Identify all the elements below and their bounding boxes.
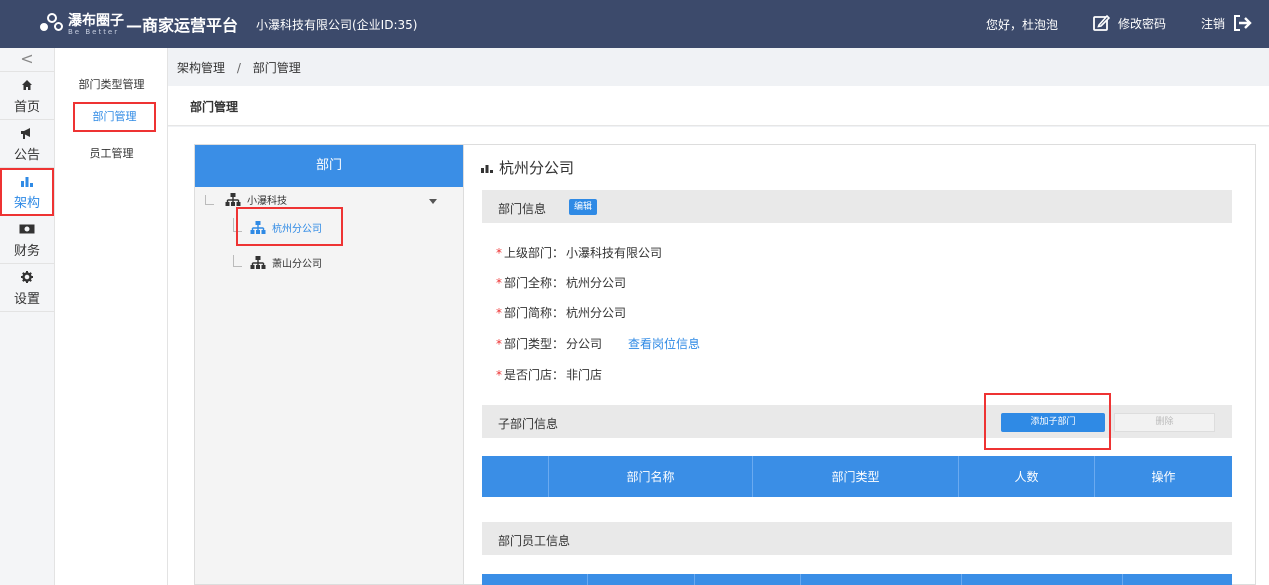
sub-nav-employee[interactable]: 员工管理 — [55, 145, 168, 161]
staff-column — [588, 574, 695, 585]
field-label: 部门全称： — [504, 276, 565, 290]
department-info-heading: 部门信息 — [498, 202, 547, 216]
platform-title: —商家运营平台 — [126, 16, 239, 35]
home-icon — [21, 77, 33, 93]
breadcrumb-separator: / — [236, 61, 241, 75]
change-password-button[interactable]: 修改密码 — [1092, 12, 1166, 34]
tree-node-xiaoshan-label: 萧山分公司 — [272, 259, 322, 270]
nav-item-home-label: 首页 — [13, 99, 40, 115]
sub-nav-department[interactable]: 部门管理 — [73, 102, 156, 132]
staff-column — [801, 574, 962, 585]
page-header: 部门管理 — [168, 86, 1269, 126]
nav-item-home[interactable]: 首页 — [0, 72, 54, 120]
nav-item-settings[interactable]: 设置 — [0, 264, 54, 312]
required-mark: * — [496, 368, 502, 382]
field-value: 杭州分公司 — [566, 276, 627, 290]
field-label: 是否门店： — [504, 368, 565, 382]
required-mark: * — [496, 306, 502, 320]
field-value: 分公司 — [566, 337, 603, 351]
department-info-section: 部门信息 编辑 — [482, 190, 1232, 223]
tree-expand-caret-icon[interactable] — [429, 199, 437, 204]
staff-column — [1123, 574, 1232, 585]
column-header-count: 人数 — [959, 456, 1095, 497]
nav-item-finance[interactable]: 财务 — [0, 216, 54, 264]
user-greeting: 您好，杜泡泡 — [986, 18, 1059, 32]
column-header-actions: 操作 — [1151, 470, 1176, 484]
org-chart-icon — [250, 255, 266, 269]
brand-logo-icon — [40, 11, 66, 37]
breadcrumb: 架构管理 / 部门管理 — [177, 59, 301, 76]
logout-icon — [1234, 15, 1252, 31]
tree-header: 部门 — [195, 145, 463, 187]
field-label: 上级部门： — [504, 246, 565, 260]
nav-item-settings-label: 设置 — [13, 291, 40, 307]
field-parent-department: * 上级部门： 小瀑科技有限公司 — [496, 244, 662, 261]
tree-connector — [233, 255, 242, 267]
add-button-highlight — [984, 393, 1111, 450]
staff-column — [482, 574, 588, 585]
field-short-name: * 部门简称： 杭州分公司 — [496, 304, 626, 321]
page-title: 部门管理 — [190, 100, 239, 114]
field-label: 部门类型： — [504, 337, 565, 351]
field-is-store: * 是否门店： 非门店 — [496, 366, 602, 383]
logout-label: 注销 — [1201, 16, 1226, 31]
child-department-table-header: 部门名称 部门类型 人数 操作 — [482, 456, 1232, 497]
view-positions-link[interactable]: 查看岗位信息 — [628, 337, 700, 351]
bar-chart-icon — [481, 164, 493, 173]
edit-button[interactable]: 编辑 — [569, 199, 598, 215]
field-label: 部门简称： — [504, 306, 565, 320]
staff-column — [962, 574, 1123, 585]
field-value: 非门店 — [566, 368, 603, 382]
staff-column — [695, 574, 801, 585]
tree-selection-highlight — [236, 207, 343, 246]
collapse-sidebar-button[interactable]: < — [0, 48, 54, 72]
nav-item-announcement-label: 公告 — [13, 147, 40, 163]
brand-slogan: Be Better — [68, 28, 120, 36]
change-password-label: 修改密码 — [1118, 16, 1167, 31]
edit-icon — [1093, 14, 1110, 31]
brand-name: 瀑布圈子 — [68, 13, 124, 29]
delete-button[interactable]: 删除 — [1114, 413, 1215, 432]
staff-section: 部门员工信息 — [482, 522, 1232, 555]
field-value: 小瀑科技有限公司 — [566, 246, 663, 260]
staff-heading: 部门员工信息 — [498, 534, 571, 548]
breadcrumb-current: 部门管理 — [252, 61, 301, 75]
org-chart-icon — [225, 192, 241, 206]
breadcrumb-parent[interactable]: 架构管理 — [177, 61, 225, 75]
tree-node-xiaoshan[interactable]: 萧山分公司 — [250, 255, 322, 270]
nav-item-finance-label: 财务 — [13, 243, 40, 259]
tree-node-root[interactable]: 小瀑科技 — [225, 192, 287, 207]
field-department-type: * 部门类型： 分公司 查看岗位信息 — [496, 335, 700, 352]
tree-node-root-label: 小瀑科技 — [247, 196, 287, 207]
field-value: 杭州分公司 — [566, 306, 627, 320]
gear-icon — [21, 269, 33, 285]
column-header-type: 部门类型 — [753, 456, 959, 497]
column-header-checkbox[interactable] — [482, 456, 549, 497]
money-icon — [19, 221, 35, 237]
top-header-bar: 瀑布圈子 Be Better —商家运营平台 小瀑科技有限公司(企业ID:35)… — [0, 0, 1269, 48]
nav-item-structure[interactable]: 架构 — [0, 168, 54, 216]
nav-item-announcement[interactable]: 公告 — [0, 120, 54, 168]
logout-button[interactable]: 注销 — [1201, 12, 1253, 34]
staff-table-header — [482, 574, 1232, 585]
bar-chart-icon — [20, 173, 34, 189]
sub-nav-department-type[interactable]: 部门类型管理 — [55, 76, 168, 92]
detail-title: 杭州分公司 — [481, 157, 574, 178]
required-mark: * — [496, 246, 502, 260]
field-full-name: * 部门全称： 杭州分公司 — [496, 274, 626, 291]
nav-item-structure-label: 架构 — [13, 196, 40, 211]
megaphone-icon — [20, 125, 34, 141]
column-header-name: 部门名称 — [549, 456, 753, 497]
secondary-sidebar: 部门类型管理 部门管理 员工管理 — [55, 48, 168, 585]
company-name: 小瀑科技有限公司(企业ID:35) — [256, 18, 418, 32]
tree-connector — [205, 195, 214, 205]
icon-sidebar: < 首页 公告 架构 财务 设置 — [0, 48, 55, 585]
required-mark: * — [496, 337, 502, 351]
child-department-heading: 子部门信息 — [498, 417, 559, 431]
detail-title-text: 杭州分公司 — [499, 159, 575, 177]
required-mark: * — [496, 276, 502, 290]
